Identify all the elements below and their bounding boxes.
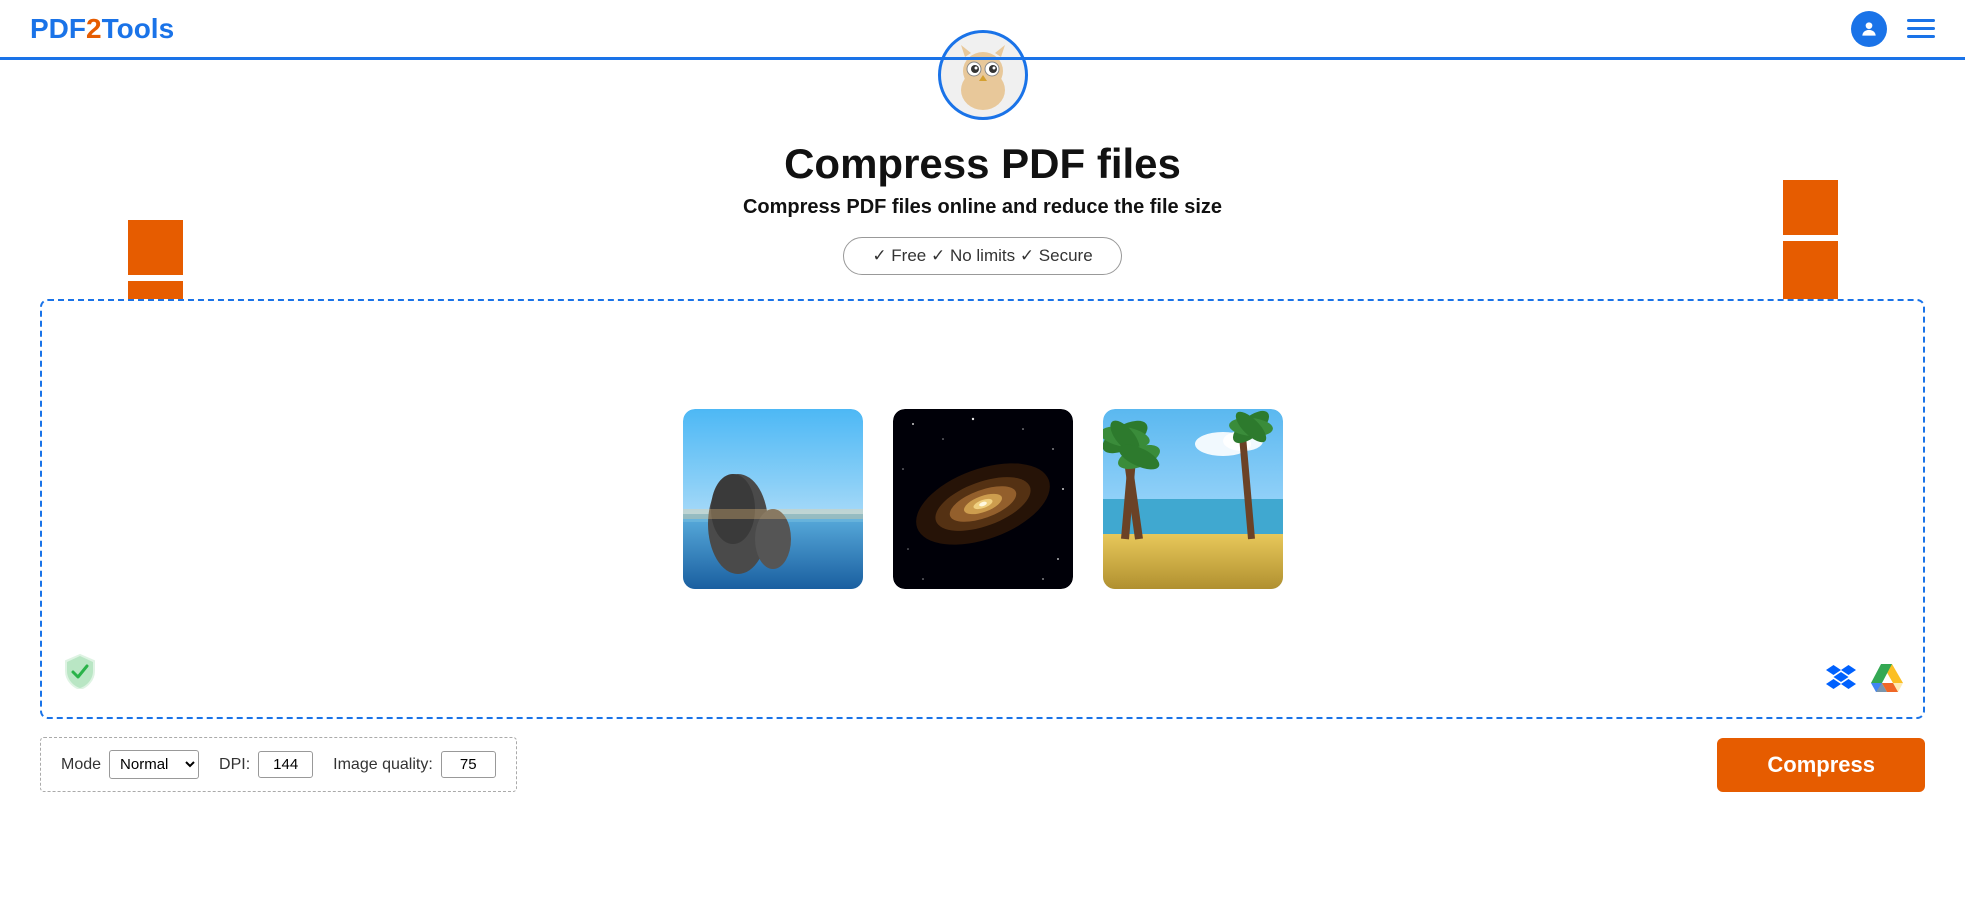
quality-label: Image quality: (333, 756, 433, 774)
logo-tools: Tools (102, 13, 175, 44)
image-previews (683, 409, 1283, 589)
dpi-input[interactable] (258, 751, 313, 778)
header-right (1851, 11, 1935, 47)
compress-button[interactable]: Compress (1717, 738, 1925, 792)
cloud-icons (1826, 664, 1903, 697)
content-wrapper: Compress PDF files Compress PDF files on… (40, 140, 1925, 792)
dropbox-icon[interactable] (1826, 665, 1856, 696)
logo: PDF2Tools (30, 13, 174, 45)
left-square-1 (128, 220, 183, 275)
controls-panel: Mode NormalStrongExtreme DPI: Image qual… (40, 737, 517, 792)
logo-number: 2 (86, 13, 102, 44)
beach-image-svg (1103, 409, 1283, 589)
menu-button[interactable] (1907, 19, 1935, 38)
gdrive-icon[interactable] (1871, 664, 1903, 697)
right-square-1 (1783, 180, 1838, 235)
page-subtitle: Compress PDF files online and reduce the… (743, 196, 1222, 219)
drop-zone[interactable] (40, 299, 1925, 719)
right-square-2 (1783, 241, 1838, 286)
main-content: Compress PDF files Compress PDF files on… (0, 130, 1965, 812)
page-title: Compress PDF files (784, 140, 1181, 188)
logo-pdf: PDF (30, 13, 86, 44)
preview-image-3 (1103, 409, 1283, 589)
quality-control: Image quality: (333, 751, 496, 778)
features-badge: ✓ Free ✓ No limits ✓ Secure (843, 237, 1121, 275)
drop-zone-wrapper (40, 299, 1925, 719)
mode-select[interactable]: NormalStrongExtreme (109, 750, 199, 779)
header: PDF2Tools (0, 0, 1965, 60)
galaxy-image-svg (893, 409, 1073, 589)
security-icon (62, 653, 98, 697)
preview-image-1 (683, 409, 863, 589)
ocean-image-svg (683, 409, 863, 589)
mode-label: Mode (61, 756, 101, 774)
dpi-control: DPI: (219, 751, 313, 778)
bottom-bar: Mode NormalStrongExtreme DPI: Image qual… (40, 727, 1925, 792)
mode-control: Mode NormalStrongExtreme (61, 750, 199, 779)
dpi-label: DPI: (219, 756, 250, 774)
quality-input[interactable] (441, 751, 496, 778)
user-avatar[interactable] (1851, 11, 1887, 47)
preview-image-2 (893, 409, 1073, 589)
